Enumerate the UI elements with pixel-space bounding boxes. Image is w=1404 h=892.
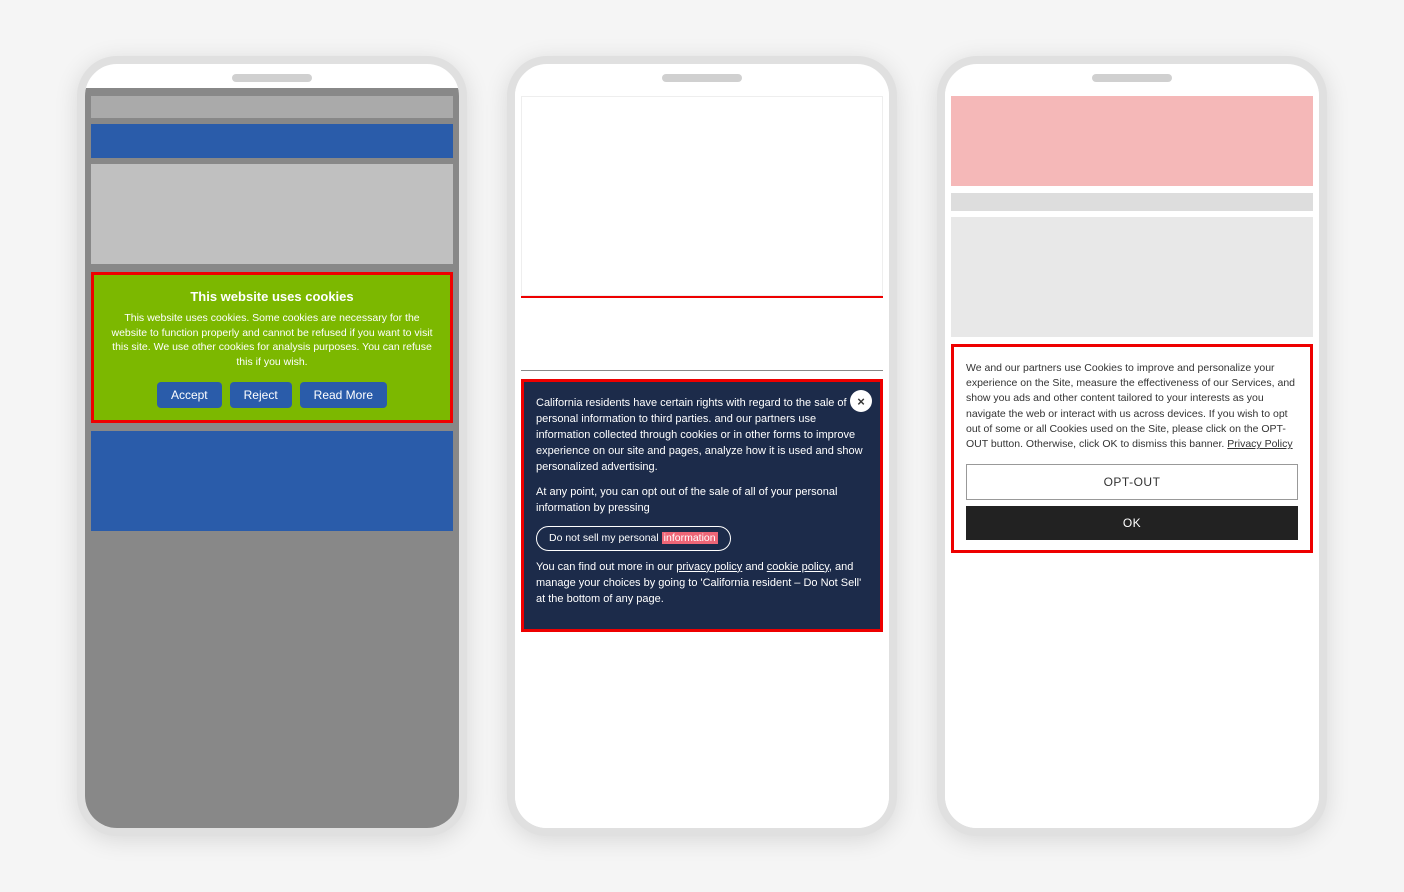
read-more-button[interactable]: Read More — [300, 382, 387, 408]
privacy-policy-link[interactable]: privacy policy — [676, 561, 742, 573]
phone-2-notch — [662, 74, 742, 82]
ph1-placeholder-3 — [91, 164, 453, 264]
ph3-placeholder-3 — [951, 217, 1313, 337]
cookie-policy-link[interactable]: cookie policy — [767, 561, 829, 573]
phone-3-notch — [1092, 74, 1172, 82]
accept-button[interactable]: Accept — [157, 382, 222, 408]
phone-3: We and our partners use Cookies to impro… — [937, 56, 1327, 836]
ph3-placeholder-1 — [951, 96, 1313, 186]
cookie-banner-2-para2: At any point, you can opt out of the sal… — [536, 485, 868, 517]
ph2-dark-line — [521, 370, 883, 371]
phone-1-background: This website uses cookies This website u… — [85, 88, 459, 828]
phone-1-screen: This website uses cookies This website u… — [85, 88, 459, 828]
opt-out-button[interactable]: OPT-OUT — [966, 464, 1298, 500]
cookie-banner-2: × California residents have certain righ… — [521, 379, 883, 632]
phone-1-notch — [232, 74, 312, 82]
ph2-placeholder-1 — [521, 96, 883, 296]
phone-2-background: × California residents have certain righ… — [515, 88, 889, 828]
cookie-banner-1: This website uses cookies This website u… — [91, 272, 453, 423]
close-button[interactable]: × — [850, 390, 872, 412]
ph3-placeholder-2 — [951, 193, 1313, 211]
cookie-banner-3: We and our partners use Cookies to impro… — [951, 344, 1313, 553]
ph1-placeholder-2 — [91, 124, 453, 158]
phone-1: This website uses cookies This website u… — [77, 56, 467, 836]
ph1-placeholder-4 — [91, 431, 453, 531]
phone-3-screen: We and our partners use Cookies to impro… — [945, 88, 1319, 828]
ph1-placeholder-1 — [91, 96, 453, 118]
privacy-policy-link-3[interactable]: Privacy Policy — [1227, 438, 1292, 450]
cookie-banner-2-para3: You can find out more in our privacy pol… — [536, 560, 868, 608]
ok-button[interactable]: OK — [966, 506, 1298, 540]
do-not-sell-button[interactable]: Do not sell my personal information — [536, 526, 731, 551]
highlight-information: information — [662, 532, 718, 544]
cookie-banner-1-body: This website uses cookies. Some cookies … — [106, 311, 438, 370]
phone-3-background: We and our partners use Cookies to impro… — [945, 88, 1319, 828]
phone-2-screen: × California residents have certain righ… — [515, 88, 889, 828]
cookie-banner-1-title: This website uses cookies — [106, 289, 438, 304]
ph2-placeholder-2 — [521, 298, 883, 368]
cookie-banner-3-body: We and our partners use Cookies to impro… — [966, 361, 1298, 452]
cookie-banner-2-para1: California residents have certain rights… — [536, 396, 868, 476]
phone-2: × California residents have certain righ… — [507, 56, 897, 836]
cookie-banner-1-buttons: Accept Reject Read More — [106, 382, 438, 408]
reject-button[interactable]: Reject — [230, 382, 292, 408]
